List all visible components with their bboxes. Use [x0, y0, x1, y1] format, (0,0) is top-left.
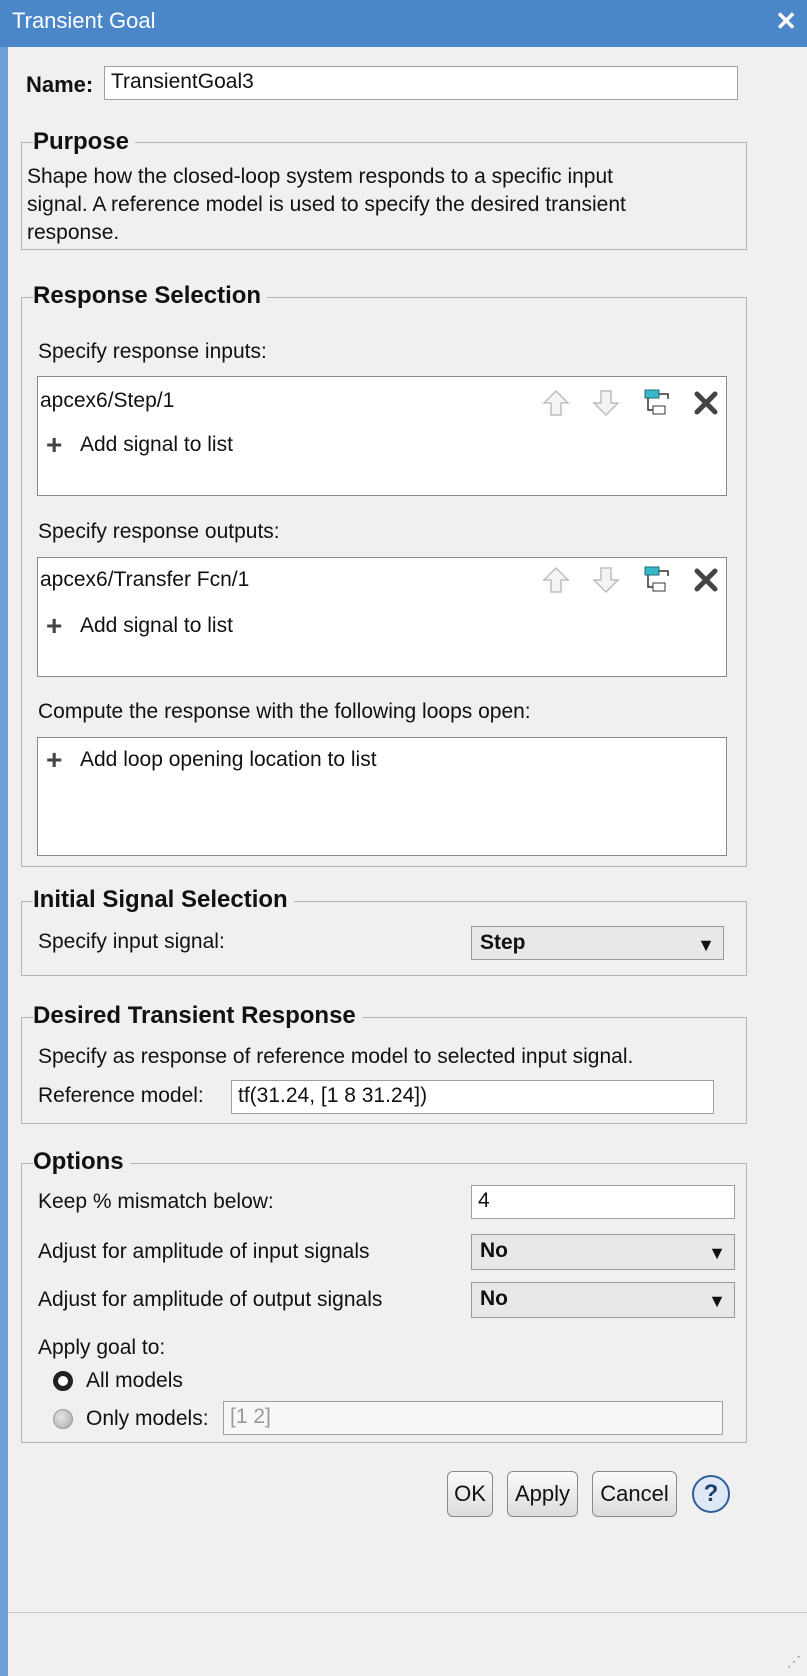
ok-button[interactable]: OK — [447, 1471, 493, 1517]
delete-icon[interactable] — [690, 387, 722, 419]
plus-icon: + — [46, 429, 63, 460]
only-models-field[interactable]: [1 2] — [223, 1401, 723, 1435]
apply-goal-label: Apply goal to: — [38, 1336, 166, 1359]
options-title: Options — [33, 1148, 130, 1176]
add-loop-label: Add loop opening location to list — [80, 748, 377, 771]
all-models-radio[interactable] — [53, 1371, 73, 1391]
highlight-signal-icon[interactable] — [640, 564, 672, 596]
adjust-input-select[interactable]: No ▼ — [471, 1234, 735, 1270]
adjust-output-value: No — [480, 1287, 508, 1310]
chevron-down-icon: ▼ — [708, 1291, 726, 1311]
purpose-line: signal. A reference model is used to spe… — [27, 193, 626, 216]
status-divider — [8, 1612, 807, 1613]
window-frame — [0, 47, 8, 1676]
delete-icon[interactable] — [690, 564, 722, 596]
chevron-down-icon: ▼ — [708, 1243, 726, 1263]
adjust-input-label: Adjust for amplitude of input signals — [38, 1240, 370, 1263]
move-down-icon[interactable] — [590, 564, 622, 596]
plus-icon: + — [46, 744, 63, 775]
close-icon[interactable]: ✕ — [775, 6, 797, 37]
adjust-output-select[interactable]: No ▼ — [471, 1282, 735, 1318]
move-up-icon[interactable] — [540, 564, 572, 596]
add-signal-button[interactable]: + Add signal to list — [46, 610, 233, 641]
name-field[interactable]: TransientGoal3 — [104, 66, 738, 100]
title-bar: Transient Goal ✕ — [0, 0, 807, 47]
desired-response-title: Desired Transient Response — [33, 1002, 362, 1030]
loops-list[interactable]: + Add loop opening location to list — [37, 737, 727, 856]
highlight-signal-icon[interactable] — [640, 387, 672, 419]
help-icon[interactable]: ? — [692, 1475, 730, 1513]
response-selection-title: Response Selection — [33, 282, 268, 310]
outputs-toolbar — [540, 564, 722, 596]
name-label: Name: — [26, 72, 94, 97]
inputs-label: Specify response inputs: — [38, 340, 267, 363]
purpose-line: response. — [27, 221, 120, 244]
outputs-label: Specify response outputs: — [38, 520, 280, 543]
adjust-input-value: No — [480, 1239, 508, 1262]
input-signal-select[interactable]: Step ▼ — [471, 926, 724, 960]
plus-icon: + — [46, 610, 63, 641]
chevron-down-icon: ▼ — [697, 935, 715, 955]
apply-button[interactable]: Apply — [507, 1471, 578, 1517]
inputs-list[interactable]: apcex6/Step/1 + Add signal to list — [37, 376, 727, 496]
mismatch-field[interactable]: 4 — [471, 1185, 735, 1219]
move-up-icon[interactable] — [540, 387, 572, 419]
outputs-list[interactable]: apcex6/Transfer Fcn/1 + Add signal to li… — [37, 557, 727, 677]
only-models-label: Only models: — [86, 1407, 209, 1430]
cancel-button[interactable]: Cancel — [592, 1471, 677, 1517]
list-item[interactable]: apcex6/Transfer Fcn/1 — [40, 568, 249, 592]
mismatch-label: Keep % mismatch below: — [38, 1190, 274, 1213]
reference-model-field[interactable]: tf(31.24, [1 8 31.24]) — [231, 1080, 714, 1114]
purpose-line: Shape how the closed-loop system respond… — [27, 165, 614, 188]
only-models-radio[interactable] — [53, 1409, 73, 1429]
resize-grip-icon[interactable]: ⋰ — [787, 1653, 801, 1670]
input-signal-label: Specify input signal: — [38, 930, 225, 953]
all-models-label: All models — [86, 1369, 183, 1392]
reference-model-label: Reference model: — [38, 1084, 204, 1107]
add-loop-button[interactable]: + Add loop opening location to list — [46, 744, 377, 775]
add-signal-label: Add signal to list — [80, 433, 233, 456]
loops-label: Compute the response with the following … — [38, 700, 531, 723]
inputs-toolbar — [540, 387, 722, 419]
desired-response-description: Specify as response of reference model t… — [38, 1045, 634, 1068]
move-down-icon[interactable] — [590, 387, 622, 419]
input-signal-value: Step — [480, 931, 526, 954]
initial-signal-title: Initial Signal Selection — [33, 886, 294, 914]
adjust-output-label: Adjust for amplitude of output signals — [38, 1288, 383, 1311]
window-title: Transient Goal — [12, 8, 156, 33]
purpose-text: Shape how the closed-loop system respond… — [27, 163, 626, 247]
list-item[interactable]: apcex6/Step/1 — [40, 389, 174, 413]
purpose-title: Purpose — [33, 128, 136, 156]
add-signal-label: Add signal to list — [80, 614, 233, 637]
add-signal-button[interactable]: + Add signal to list — [46, 429, 233, 460]
